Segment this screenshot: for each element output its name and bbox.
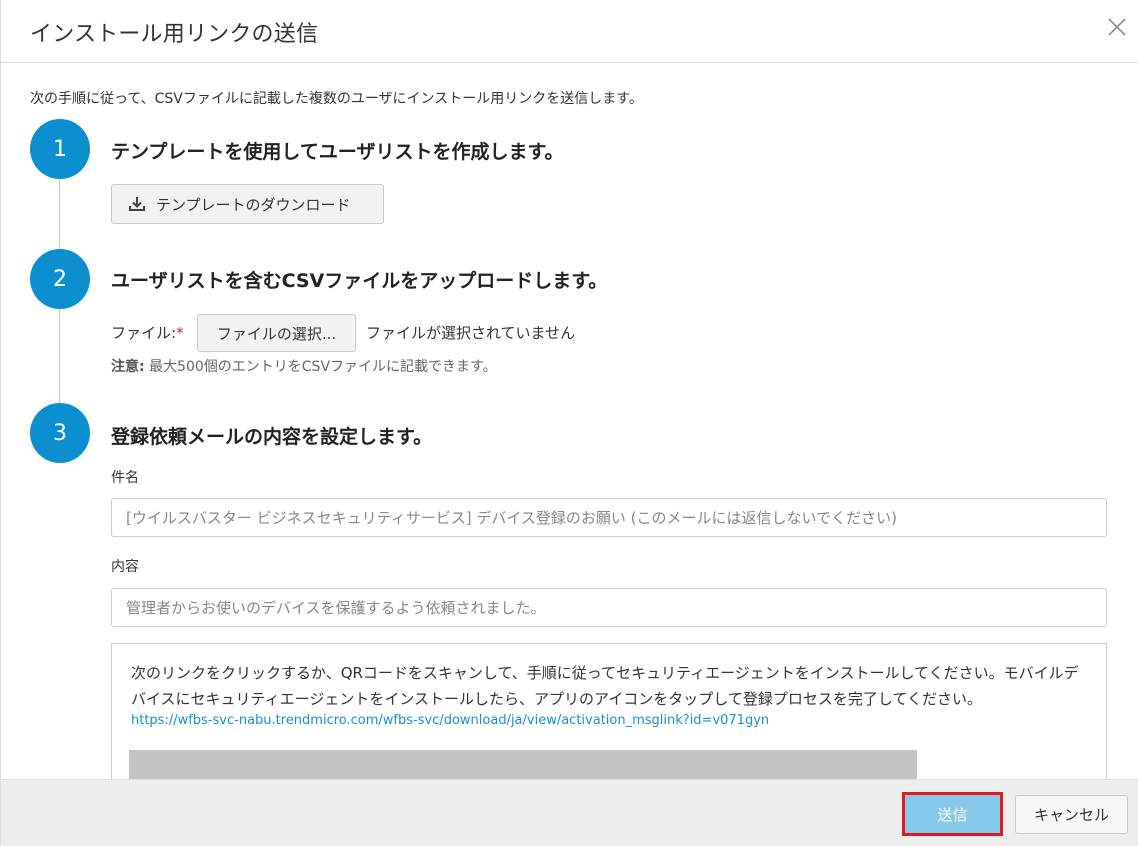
download-template-button[interactable]: テンプレートのダウンロード [111,184,384,224]
step-1-title: テンプレートを使用してユーザリストを作成します。 [111,141,564,163]
file-label-text: ファイル: [111,324,177,342]
step-number-2: 2 [30,249,90,309]
close-icon[interactable] [1105,15,1129,39]
choose-file-button[interactable]: ファイルの選択... [197,314,356,352]
step-number-1: 1 [30,119,90,179]
intro-text: 次の手順に従って、CSVファイルに記載した複数のユーザにインストール用リンクを送… [30,91,643,107]
download-icon [129,197,145,211]
step-2-title: ユーザリストを含むCSVファイルをアップロードします。 [111,270,608,292]
dialog-header: インストール用リンクの送信 [1,0,1138,63]
note-text: 最大500個のエントリをCSVファイルに記載できます。 [144,359,497,375]
redacted-area [129,750,917,780]
content-label: 内容 [111,559,139,575]
content-input[interactable] [111,588,1107,627]
dialog-footer: 送信 キャンセル [1,779,1138,846]
cancel-button[interactable]: キャンセル [1015,795,1128,834]
send-button[interactable]: 送信 [902,792,1003,836]
file-status-text: ファイルが選択されていません [366,324,576,342]
file-label: ファイル:* [111,322,184,343]
step-3-title: 登録依頼メールの内容を設定します。 [111,426,433,448]
download-template-label: テンプレートのダウンロード [156,195,351,214]
activation-link[interactable]: https://wfbs-svc-nabu.trendmicro.com/wfb… [131,712,1087,730]
step-connector-line [59,178,60,250]
upload-note: 注意: 最大500個のエントリをCSVファイルに記載できます。 [111,356,497,376]
install-link-dialog: インストール用リンクの送信 次の手順に従って、CSVファイルに記載した複数のユー… [0,0,1138,846]
dialog-title: インストール用リンクの送信 [30,22,319,47]
note-label: 注意: [111,359,145,375]
subject-label: 件名 [111,470,139,486]
required-mark: * [176,324,184,342]
step-connector-line [59,308,60,404]
step-number-3: 3 [30,403,90,463]
subject-input[interactable] [111,498,1107,537]
message-body-text: 次のリンクをクリックするか、QRコードをスキャンして、手順に従ってセキュリティエ… [131,664,1079,708]
